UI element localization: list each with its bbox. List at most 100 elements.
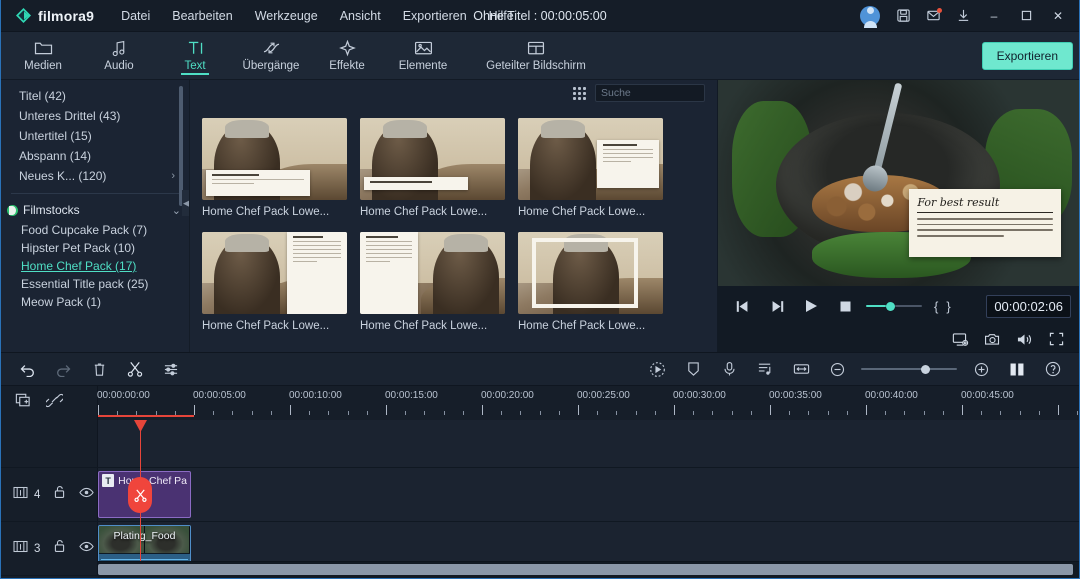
menu-item-exportieren[interactable]: Exportieren (392, 3, 478, 29)
next-frame-button[interactable] (760, 291, 794, 321)
sidebar-item-food-cupcake-pack[interactable]: Food Cupcake Pack (7) (1, 221, 189, 239)
timeline-ruler-row: 00:00:00:00 00:00:05:00 00:00:10:00 00:0… (1, 386, 1079, 420)
add-track-icon[interactable] (15, 393, 32, 413)
search-box[interactable] (595, 84, 747, 102)
prev-frame-button[interactable] (726, 291, 760, 321)
export-button[interactable]: Exportieren (981, 41, 1073, 70)
track-body-4[interactable]: T Home Chef Pa (98, 468, 1079, 521)
fit-timeline-button[interactable] (783, 356, 819, 382)
sidebar-scrollbar[interactable] (179, 86, 183, 206)
undo-button[interactable] (9, 356, 45, 382)
track-body-empty[interactable] (98, 420, 1079, 467)
tab-effekte[interactable]: Effekte (309, 32, 385, 79)
menu-item-hilfe[interactable]: Hilfe (478, 3, 525, 29)
eye-icon[interactable] (79, 540, 95, 558)
split-scissors-button[interactable] (117, 356, 153, 382)
template-thumbnail (518, 232, 663, 314)
sidebar-item-titel[interactable]: Titel (42) (19, 86, 189, 106)
zoom-in-button[interactable] (963, 356, 999, 382)
fullscreen-icon[interactable] (1043, 328, 1069, 350)
preview-timecode[interactable]: 00:00:02:06 (986, 294, 1071, 318)
library-toolbar (190, 80, 747, 106)
track-type-icon (13, 540, 28, 558)
mail-icon[interactable] (919, 3, 947, 29)
stop-button[interactable] (828, 291, 862, 321)
menu-item-ansicht[interactable]: Ansicht (329, 3, 392, 29)
detach-audio-button[interactable] (747, 356, 783, 382)
text-icon (187, 39, 204, 57)
mark-in-button[interactable]: { (934, 299, 938, 314)
template-label: Home Chef Pack Lowe... (202, 206, 330, 218)
sidebar-item-essential-title-pack[interactable]: Essential Title pack (25) (1, 275, 189, 293)
template-item[interactable]: Home Chef Pack Lowe... (360, 228, 518, 342)
play-button[interactable] (794, 291, 828, 321)
text-clip-badge: T (102, 474, 115, 487)
split-view-button[interactable] (999, 356, 1035, 382)
voiceover-button[interactable] (711, 356, 747, 382)
tab-geteilter-bildschirm[interactable]: Geteilter Bildschirm (461, 32, 611, 79)
minimize-button[interactable]: – (979, 3, 1009, 29)
sidebar-item-hipster-pet-pack[interactable]: Hipster Pet Pack (10) (1, 239, 189, 257)
preview-title-card: For best result (909, 189, 1061, 258)
sidebar-item-meow-pack[interactable]: Meow Pack (1) (1, 293, 189, 311)
adjust-settings-button[interactable] (153, 356, 189, 382)
video-preview[interactable]: For best result (718, 80, 1079, 286)
filmora-diamond-icon (15, 7, 32, 24)
sidebar-item-untertitel[interactable]: Untertitel (15) (19, 126, 189, 146)
timeline-ruler[interactable]: 00:00:00:00 00:00:05:00 00:00:10:00 00:0… (97, 386, 1079, 420)
display-settings-icon[interactable] (947, 328, 973, 350)
template-item[interactable]: Home Chef Pack Lowe... (518, 114, 676, 228)
redo-button[interactable] (45, 356, 81, 382)
template-item[interactable]: Home Chef Pack Lowe... (202, 228, 360, 342)
mark-out-button[interactable]: } (946, 299, 950, 314)
table-row: 4 T Home Chef Pa (1, 468, 1079, 522)
menu-item-bearbeiten[interactable]: Bearbeiten (161, 3, 243, 29)
grid-view-icon[interactable] (573, 86, 586, 100)
tab-audio[interactable]: Audio (81, 32, 157, 79)
search-input[interactable] (601, 87, 736, 99)
sidebar-group-filmstocks[interactable]: Filmstocks ⌄ (1, 201, 189, 221)
link-clips-icon[interactable] (44, 393, 65, 413)
ruler-label: 00:00:30:00 (673, 390, 726, 401)
volume-icon[interactable] (1011, 328, 1037, 350)
close-button[interactable]: ✕ (1043, 3, 1073, 29)
account-avatar[interactable] (859, 3, 887, 29)
tab-medien[interactable]: Medien (5, 32, 81, 79)
sidebar-item-home-chef-pack[interactable]: Home Chef Pack (17) (1, 257, 189, 275)
sidebar-group-label: Filmstocks (23, 203, 80, 217)
maximize-button[interactable] (1011, 3, 1041, 29)
save-icon[interactable] (889, 3, 917, 29)
playback-controls: { } 00:00:02:06 (718, 286, 1079, 326)
delete-button[interactable] (81, 356, 117, 382)
sidebar-item-abspann[interactable]: Abspann (14) (19, 146, 189, 166)
download-icon[interactable] (949, 3, 977, 29)
volume-slider[interactable] (866, 295, 922, 317)
tab-text[interactable]: Text (157, 32, 233, 79)
template-thumbnail (360, 232, 505, 314)
zoom-out-button[interactable] (819, 356, 855, 382)
template-item[interactable]: Home Chef Pack Lowe... (518, 228, 676, 342)
sidebar-item-label: Untertitel (15) (19, 129, 92, 143)
speed-button[interactable] (639, 356, 675, 382)
snapshot-camera-icon[interactable] (979, 328, 1005, 350)
menu-item-werkzeuge[interactable]: Werkzeuge (244, 3, 329, 29)
split-clip-button[interactable] (128, 477, 152, 513)
template-item[interactable]: Home Chef Pack Lowe... (360, 114, 518, 228)
unlock-icon[interactable] (53, 539, 66, 558)
menu-item-datei[interactable]: Datei (110, 3, 161, 29)
horizontal-scrollbar[interactable] (98, 564, 1073, 575)
sidebar-item-neues-kapitel[interactable]: Neues K... (120) › (19, 166, 189, 186)
crop-button[interactable] (675, 356, 711, 382)
template-item[interactable]: Home Chef Pack Lowe... (202, 114, 360, 228)
template-label: Home Chef Pack Lowe... (518, 320, 646, 332)
template-thumbnail (202, 118, 347, 200)
unlock-icon[interactable] (53, 485, 66, 504)
tab-uebergaenge[interactable]: Übergänge (233, 32, 309, 79)
collapse-panel-arrow-icon[interactable]: ◀ (182, 190, 189, 216)
eye-icon[interactable] (79, 486, 95, 504)
help-button[interactable] (1035, 356, 1071, 382)
sidebar-item-unteres-drittel[interactable]: Unteres Drittel (43) (19, 106, 189, 126)
zoom-slider[interactable] (861, 358, 957, 380)
tab-elemente[interactable]: Elemente (385, 32, 461, 79)
library-sidebar: Titel (42) Unteres Drittel (43) Untertit… (1, 80, 189, 352)
